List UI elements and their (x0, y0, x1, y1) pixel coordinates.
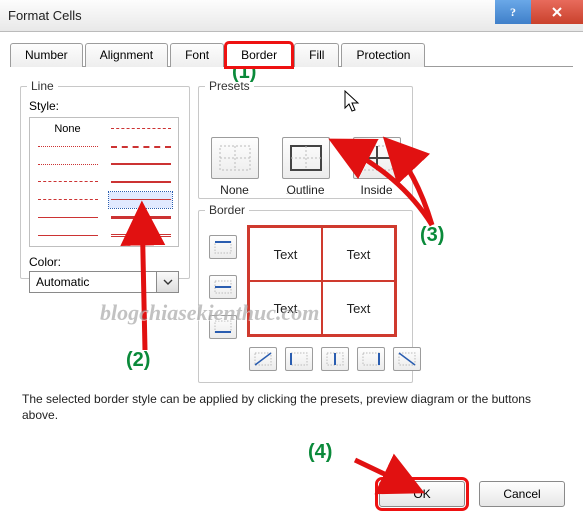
border-bottom-button[interactable] (209, 315, 237, 339)
border-preview[interactable]: Text Text Text Text (247, 225, 397, 337)
window-title: Format Cells (8, 8, 82, 23)
preset-inside-icon (353, 137, 401, 179)
border-vmid-button[interactable] (321, 347, 349, 371)
line-style-opt[interactable] (36, 192, 99, 208)
svg-text:?: ? (510, 5, 516, 19)
preset-outline[interactable]: Outline (282, 137, 330, 197)
ok-button[interactable]: OK (379, 481, 465, 507)
preset-inside-label: Inside (360, 183, 392, 197)
color-value: Automatic (30, 272, 156, 292)
titlebar: Format Cells ? (0, 0, 583, 32)
preset-inside[interactable]: Inside (353, 137, 401, 197)
window-buttons: ? (495, 0, 583, 24)
border-diag-up-button[interactable] (249, 347, 277, 371)
line-style-opt[interactable] (36, 227, 99, 243)
group-line-label: Line (27, 79, 58, 93)
panel: Line Style: None Color: Automatic (10, 67, 573, 467)
line-style-opt[interactable] (36, 174, 99, 190)
group-presets: Presets None Outline Inside (198, 79, 413, 199)
group-presets-label: Presets (205, 79, 254, 93)
group-border: Border Text Text Text Text (198, 203, 413, 383)
tab-alignment[interactable]: Alignment (85, 43, 168, 67)
line-style-opt[interactable] (109, 210, 172, 226)
tab-border[interactable]: Border (226, 43, 292, 67)
group-border-label: Border (205, 203, 249, 217)
preset-outline-icon (282, 137, 330, 179)
group-line: Line Style: None Color: Automatic (20, 79, 190, 279)
line-style-opt[interactable] (109, 139, 172, 155)
border-right-button[interactable] (357, 347, 385, 371)
color-select[interactable]: Automatic (29, 271, 179, 293)
line-style-opt[interactable] (36, 210, 99, 226)
line-style-opt[interactable] (109, 156, 172, 172)
line-style-list[interactable]: None (29, 117, 179, 247)
tab-number[interactable]: Number (10, 43, 83, 67)
tab-fill[interactable]: Fill (294, 43, 339, 67)
preview-cell: Text (322, 281, 395, 335)
preset-none-label: None (220, 183, 249, 197)
line-style-selected[interactable] (109, 192, 172, 208)
description-text: The selected border style can be applied… (22, 391, 561, 423)
tabstrip: Number Alignment Font Border Fill Protec… (10, 42, 573, 67)
border-top-button[interactable] (209, 235, 237, 259)
preset-none[interactable]: None (211, 137, 259, 197)
preset-none-icon (211, 137, 259, 179)
line-style-opt[interactable] (109, 174, 172, 190)
border-diag-down-button[interactable] (393, 347, 421, 371)
cancel-button[interactable]: Cancel (479, 481, 565, 507)
line-style-none[interactable]: None (36, 121, 99, 137)
help-button[interactable]: ? (495, 0, 531, 24)
line-style-opt[interactable] (109, 121, 172, 137)
preset-outline-label: Outline (286, 183, 324, 197)
preview-cell: Text (249, 281, 322, 335)
line-style-opt[interactable] (36, 156, 99, 172)
close-button[interactable] (531, 0, 583, 24)
tab-font[interactable]: Font (170, 43, 224, 67)
color-label: Color: (29, 255, 61, 269)
preview-cell: Text (322, 227, 395, 281)
button-bar: OK Cancel (0, 472, 583, 516)
preview-cell: Text (249, 227, 322, 281)
border-hmid-button[interactable] (209, 275, 237, 299)
line-style-opt[interactable] (36, 139, 99, 155)
tab-protection[interactable]: Protection (341, 43, 425, 67)
chevron-down-icon[interactable] (156, 272, 178, 292)
border-left-button[interactable] (285, 347, 313, 371)
line-style-opt[interactable] (109, 227, 172, 243)
style-label: Style: (29, 99, 59, 113)
